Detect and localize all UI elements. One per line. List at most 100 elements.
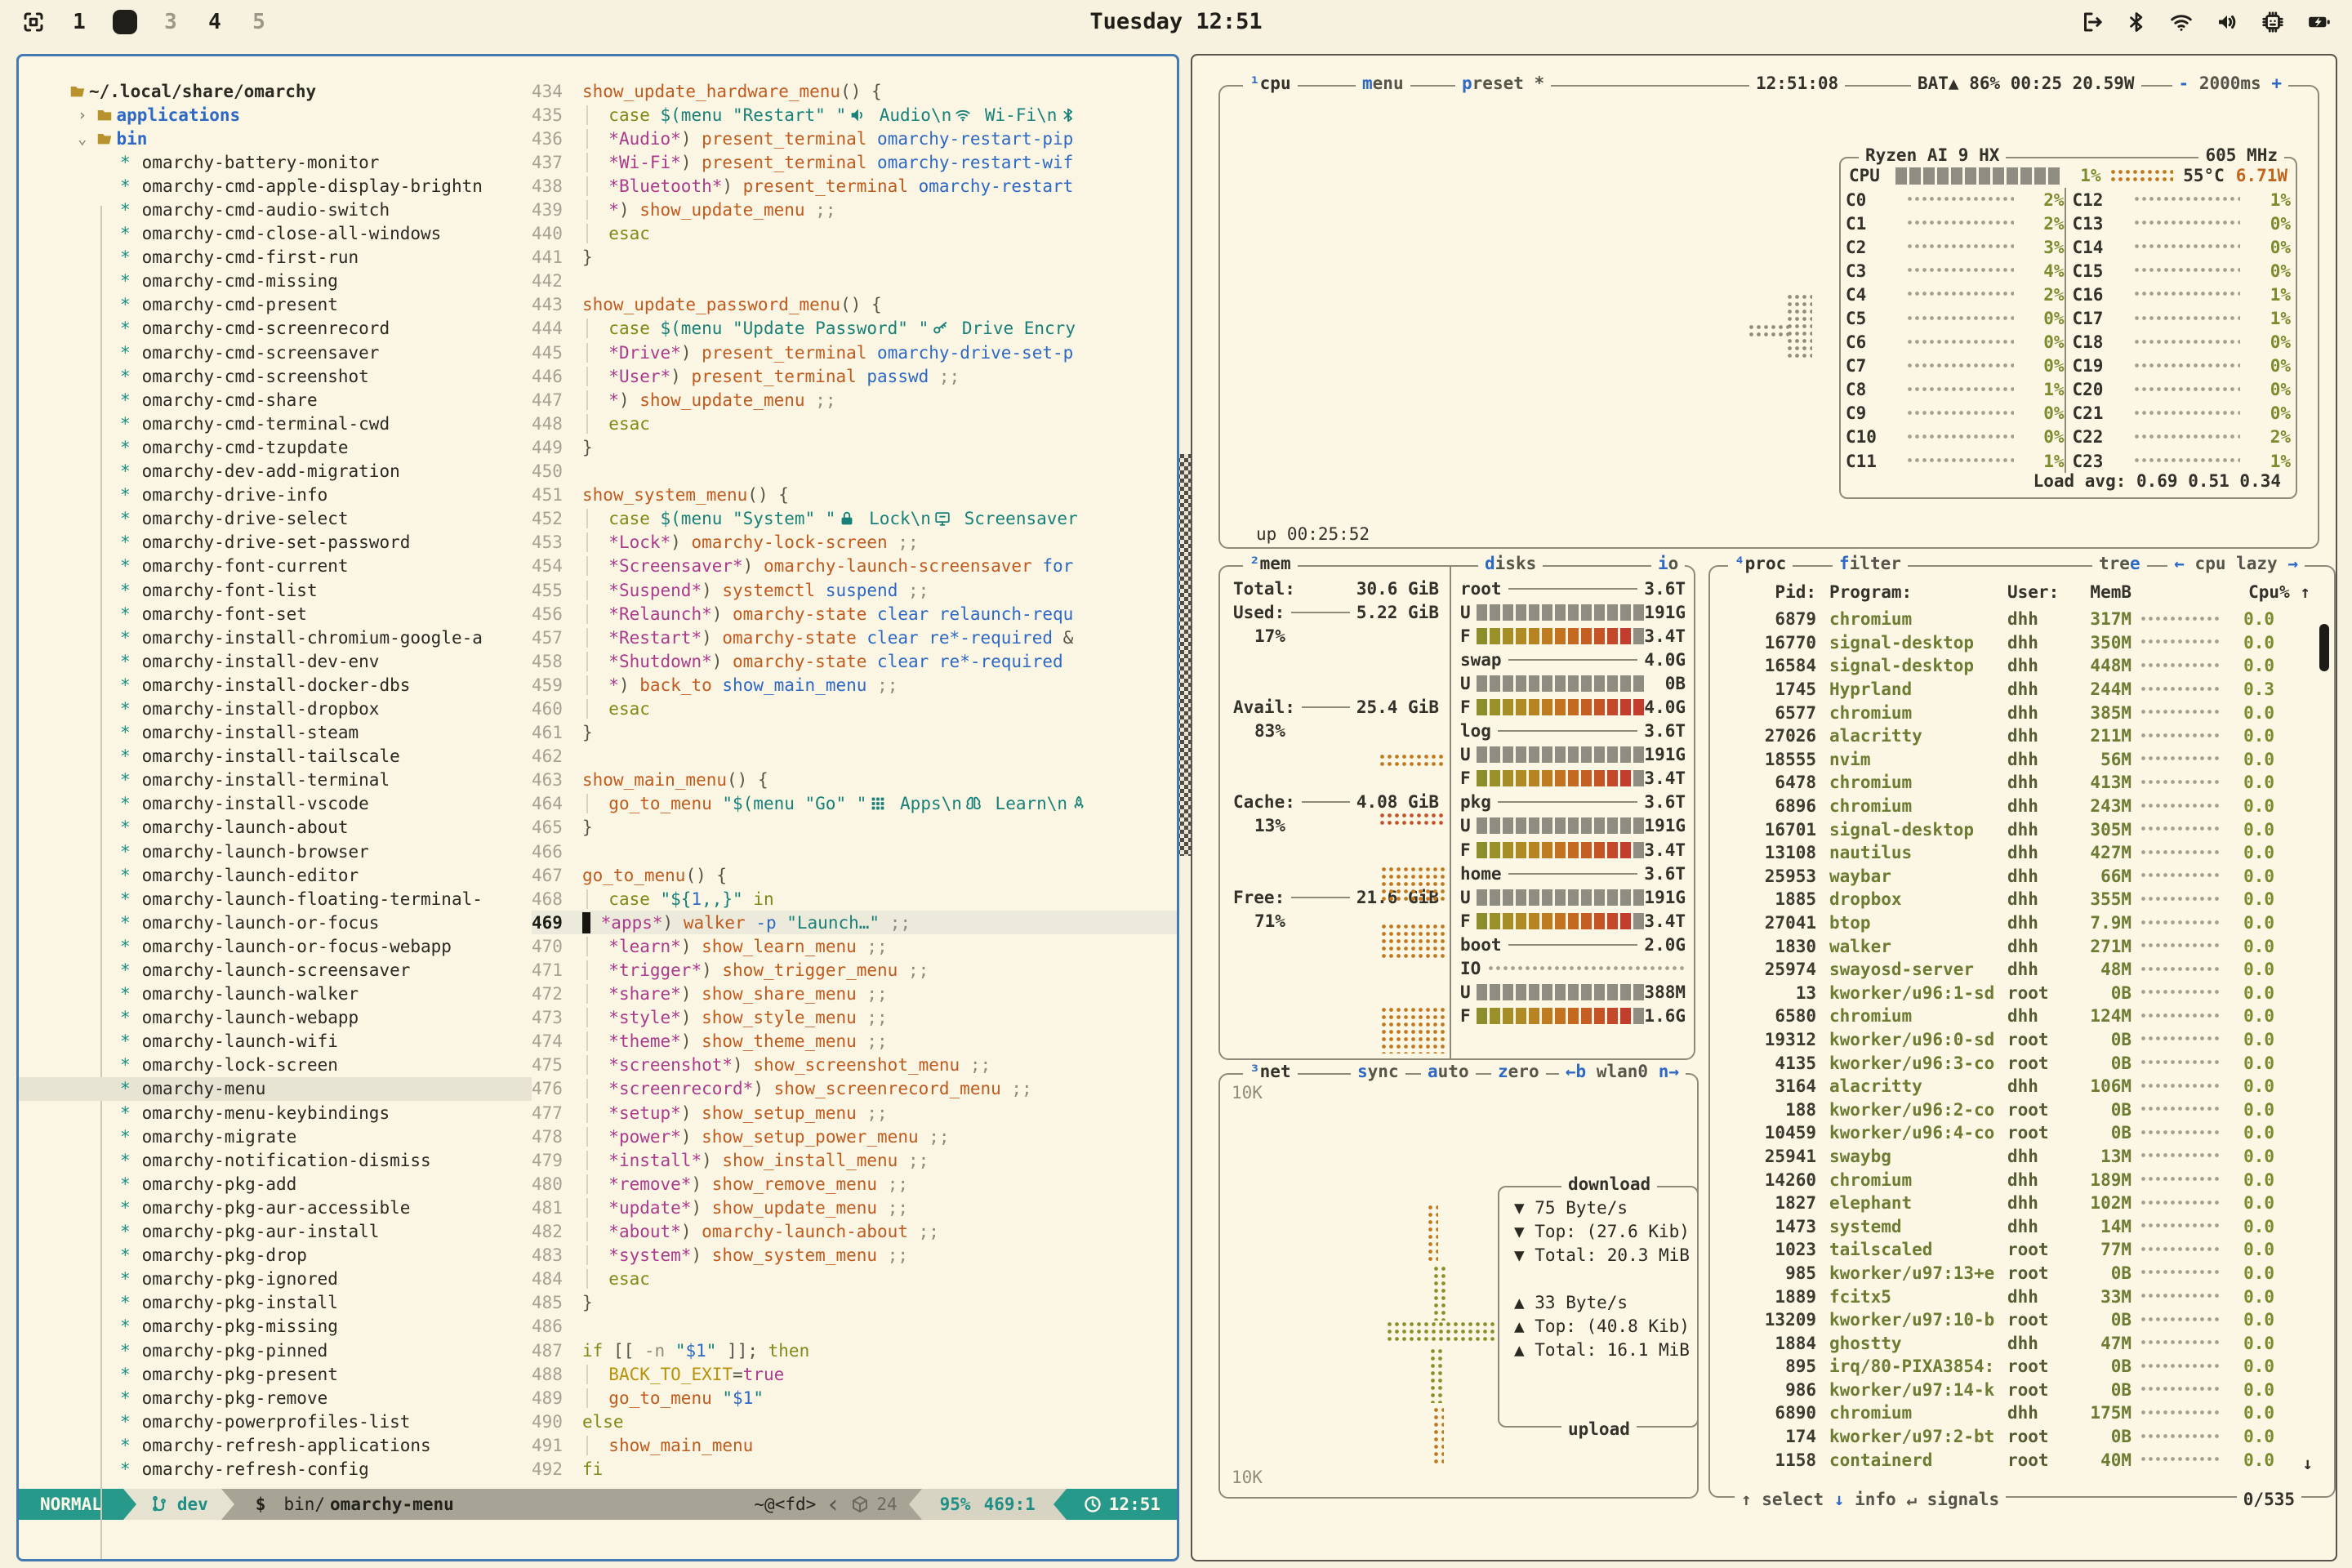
tree-item[interactable]: *omarchy-pkg-install [19,1291,532,1315]
code-line[interactable]: 448 esac [532,412,1177,435]
code-line[interactable]: 479 *install*) show_install_menu ;; [532,1148,1177,1172]
tree-item[interactable]: *omarchy-refresh-config [19,1457,532,1481]
tree-item[interactable]: *omarchy-pkg-missing [19,1315,532,1339]
tree-item[interactable]: *omarchy-launch-editor [19,863,532,887]
tree-item[interactable]: *omarchy-install-dev-env [19,649,532,673]
process-row[interactable]: 895irq/80-PIXA3854:root0B0.0 [1710,1355,2334,1379]
code-line[interactable]: 442 [532,270,1177,293]
tree-item[interactable]: *omarchy-launch-wifi [19,1030,532,1054]
code-line[interactable]: 469 *apps*) walker -p "Launch…" ;; [532,911,1177,934]
workspace-2-active[interactable] [113,10,137,34]
tree-folder-applications[interactable]: ›applications [19,103,532,127]
process-row[interactable]: 16770signal-desktopdhh350M0.0 [1710,631,2334,655]
process-row[interactable]: 1885dropboxdhh355M0.0 [1710,888,2334,911]
code-line[interactable]: 487if [[ -n "$1" ]]; then [532,1339,1177,1362]
filter-button[interactable]: filter [1833,554,1908,573]
tree-item[interactable]: *omarchy-pkg-aur-install [19,1220,532,1244]
workspace-overview-icon[interactable] [21,10,46,34]
process-row[interactable]: 25974swayosd-serverdhh48M0.0 [1710,958,2334,982]
process-row[interactable]: 25953waybardhh66M0.0 [1710,865,2334,889]
code-line[interactable]: 489 go_to_menu "$1" [532,1386,1177,1410]
process-row[interactable]: 13108nautilusdhh427M0.0 [1710,841,2334,865]
code-line[interactable]: 476 *screenrecord*) show_screenrecord_me… [532,1077,1177,1101]
update-interval-control[interactable]: - 2000ms + [2172,74,2288,93]
tree-item[interactable]: *omarchy-cmd-apple-display-brightn [19,174,532,198]
tree-item[interactable]: *omarchy-launch-browser [19,840,532,863]
tree-item[interactable]: *omarchy-dev-add-migration [19,460,532,483]
tree-item[interactable]: *omarchy-launch-or-focus-webapp [19,934,532,958]
tree-item[interactable]: *omarchy-install-chromium-google-a [19,626,532,649]
process-row[interactable]: 1158containerdroot40M0.0 [1710,1448,2334,1472]
code-line[interactable]: 436 *Audio*) present_terminal omarchy-re… [532,127,1177,150]
sync-button[interactable]: sync [1351,1062,1405,1081]
code-line[interactable]: 467go_to_menu() { [532,863,1177,887]
code-line[interactable]: 470 *learn*) show_learn_menu ;; [532,934,1177,958]
tree-item[interactable]: *omarchy-drive-info [19,483,532,507]
tree-item[interactable]: *omarchy-install-docker-dbs [19,673,532,697]
code-line[interactable]: 435 case $(menu "Restart" " Audio\n Wi-F… [532,103,1177,127]
code-line[interactable]: 466 [532,840,1177,863]
code-line[interactable]: 475 *screenshot*) show_screenshot_menu ;… [532,1054,1177,1077]
code-line[interactable]: 458 *Shutdown*) omarchy-state clear re*-… [532,649,1177,673]
process-row[interactable]: 6896chromiumdhh243M0.0 [1710,795,2334,818]
code-line[interactable]: 456 *Relaunch*) omarchy-state clear rela… [532,602,1177,626]
tree-item[interactable]: *omarchy-install-terminal [19,768,532,792]
code-line[interactable]: 445 *Drive*) present_terminal omarchy-dr… [532,341,1177,364]
code-line[interactable]: 449} [532,435,1177,459]
code-line[interactable]: 474 *theme*) show_theme_menu ;; [532,1030,1177,1054]
tree-item[interactable]: *omarchy-cmd-audio-switch [19,198,532,221]
code-line[interactable]: 454 *Screensaver*) omarchy-launch-screen… [532,555,1177,578]
tree-item[interactable]: *omarchy-menu [19,1077,532,1101]
tree-item[interactable]: *omarchy-powerprofiles-list [19,1410,532,1433]
process-row[interactable]: 174kworker/u97:2-btroot0B0.0 [1710,1425,2334,1449]
process-row[interactable]: 6580chromiumdhh124M0.0 [1710,1004,2334,1028]
tree-item[interactable]: *omarchy-install-vscode [19,792,532,816]
tree-item[interactable]: *omarchy-cmd-close-all-windows [19,222,532,246]
process-row[interactable]: 16701signal-desktopdhh305M0.0 [1710,817,2334,841]
bluetooth-icon[interactable] [2125,11,2148,33]
process-row[interactable]: 18555nvimdhh56M0.0 [1710,748,2334,772]
tree-item[interactable]: *omarchy-cmd-screenshot [19,364,532,388]
tree-item[interactable]: *omarchy-menu-keybindings [19,1101,532,1125]
workspace-1[interactable]: 1 [69,10,90,34]
code-line[interactable]: 441} [532,246,1177,270]
workspace-5[interactable]: 5 [248,10,270,34]
process-row[interactable]: 1884ghosttydhh47M0.0 [1710,1331,2334,1355]
code-line[interactable]: 491 show_main_menu [532,1433,1177,1457]
code-line[interactable]: 480 *remove*) show_remove_menu ;; [532,1172,1177,1196]
process-row[interactable]: 6478chromiumdhh413M0.0 [1710,771,2334,795]
code-line[interactable]: 455 *Suspend*) systemctl suspend ;; [532,578,1177,602]
process-row[interactable]: 1473systemddhh14M0.0 [1710,1214,2334,1238]
tree-root[interactable]: ~/.local/share/omarchy [19,79,532,103]
tree-item[interactable]: *omarchy-pkg-remove [19,1386,532,1410]
scroll-down-arrow[interactable]: ↓ [2302,1454,2313,1473]
workspace-3[interactable]: 3 [160,10,181,34]
tree-item[interactable]: *omarchy-launch-or-focus [19,911,532,934]
tree-item[interactable]: *omarchy-pkg-aur-accessible [19,1196,532,1219]
process-row[interactable]: 14260chromiumdhh189M0.0 [1710,1168,2334,1192]
process-row[interactable]: 6577chromiumdhh385M0.0 [1710,701,2334,724]
tree-item[interactable]: *omarchy-cmd-screensaver [19,341,532,364]
process-row[interactable]: 6890chromiumdhh175M0.0 [1710,1401,2334,1425]
code-line[interactable]: 486 [532,1315,1177,1339]
code-line[interactable]: 437 *Wi-Fi*) present_terminal omarchy-re… [532,150,1177,174]
process-row[interactable]: 19312kworker/u96:0-sdroot0B0.0 [1710,1028,2334,1052]
code-line[interactable]: 472 *share*) show_share_menu ;; [532,982,1177,1006]
disks-title[interactable]: disks [1478,554,1543,573]
code-line[interactable]: 460 esac [532,697,1177,720]
code-line[interactable]: 478 *power*) show_setup_power_menu ;; [532,1125,1177,1148]
code-editor[interactable]: 434show_update_hardware_menu() {435 case… [532,56,1177,1489]
tree-item[interactable]: *omarchy-drive-select [19,507,532,531]
tree-item[interactable]: *omarchy-font-current [19,555,532,578]
preset-button[interactable]: preset * [1455,74,1551,93]
tree-item[interactable]: *omarchy-migrate [19,1125,532,1148]
tree-item[interactable]: *omarchy-pkg-drop [19,1244,532,1267]
process-row[interactable]: 986kworker/u97:14-kroot0B0.0 [1710,1379,2334,1402]
process-row[interactable]: 10459kworker/u96:4-coroot0B0.0 [1710,1121,2334,1145]
menu-button[interactable]: menu [1356,74,1410,93]
tree-item[interactable]: *omarchy-launch-walker [19,982,532,1006]
code-line[interactable]: 482 *about*) omarchy-launch-about ;; [532,1220,1177,1244]
code-line[interactable]: 463show_main_menu() { [532,768,1177,792]
code-line[interactable]: 490else [532,1410,1177,1433]
code-line[interactable]: 483 *system*) show_system_menu ;; [532,1244,1177,1267]
